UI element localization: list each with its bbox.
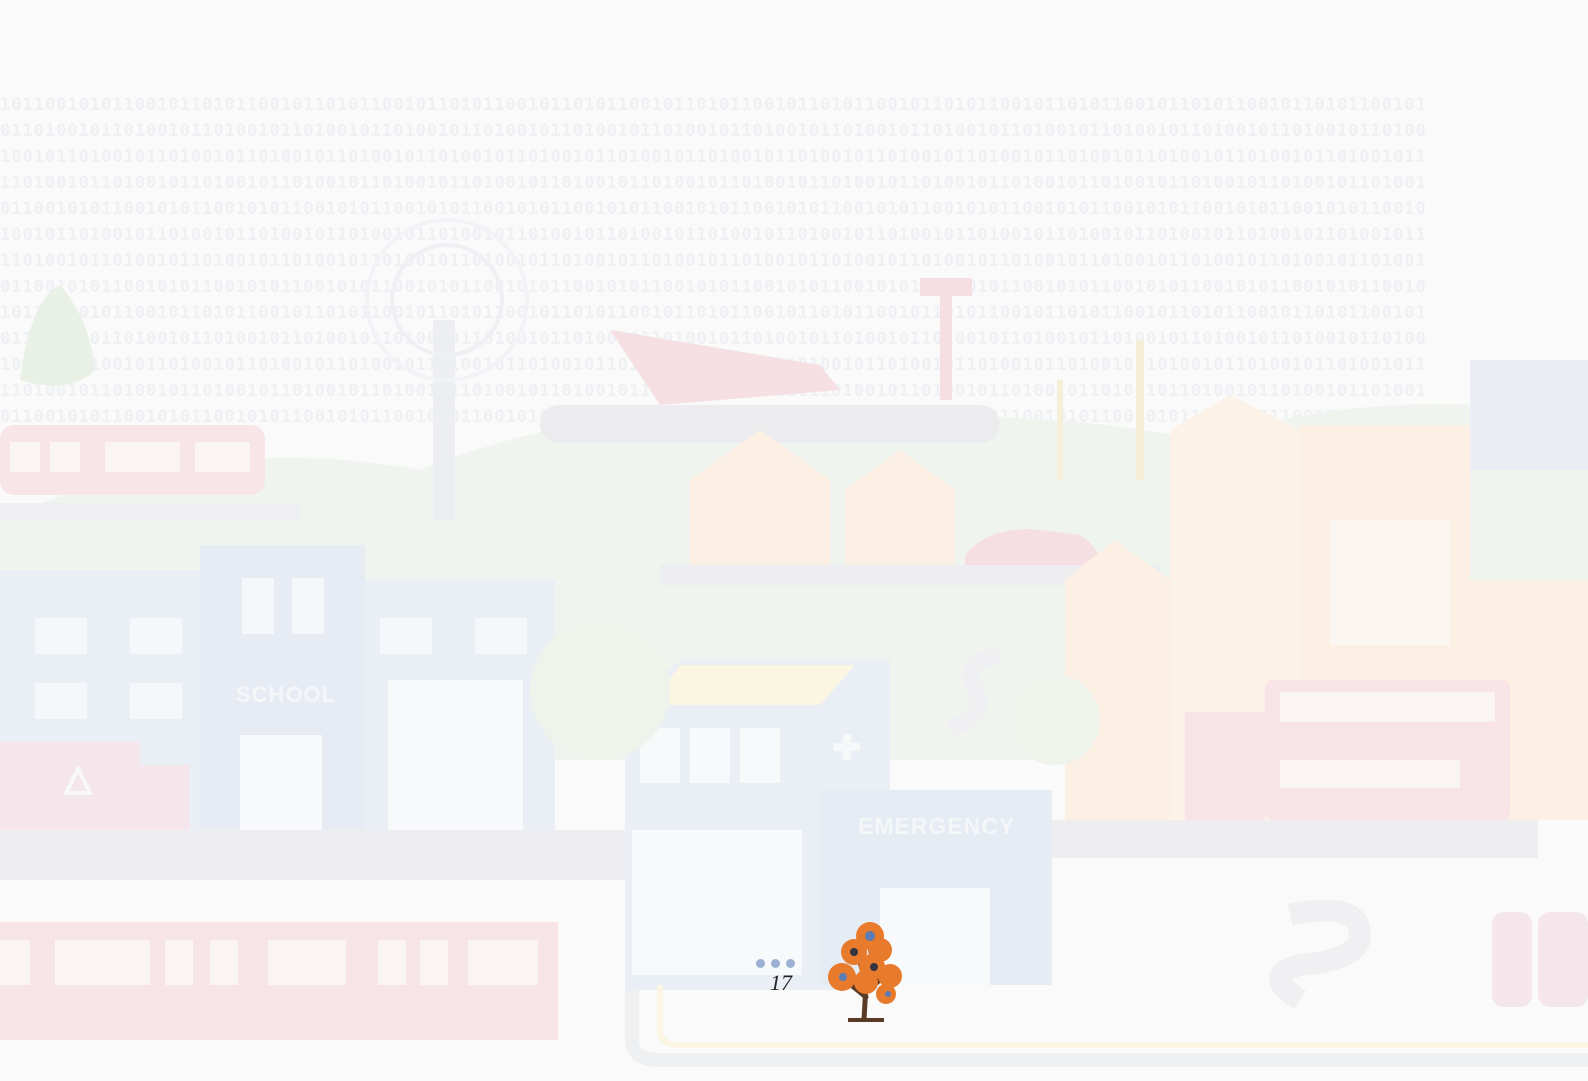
city-illustration [0,218,1588,1067]
recycle-icon [62,765,94,795]
emergency-sign: EMERGENCY [858,813,1016,839]
document-page: 1011001010110010110101100101101011001011… [0,0,1588,1081]
school-sign: SCHOOL [236,682,337,707]
medical-cross-icon [834,734,860,760]
